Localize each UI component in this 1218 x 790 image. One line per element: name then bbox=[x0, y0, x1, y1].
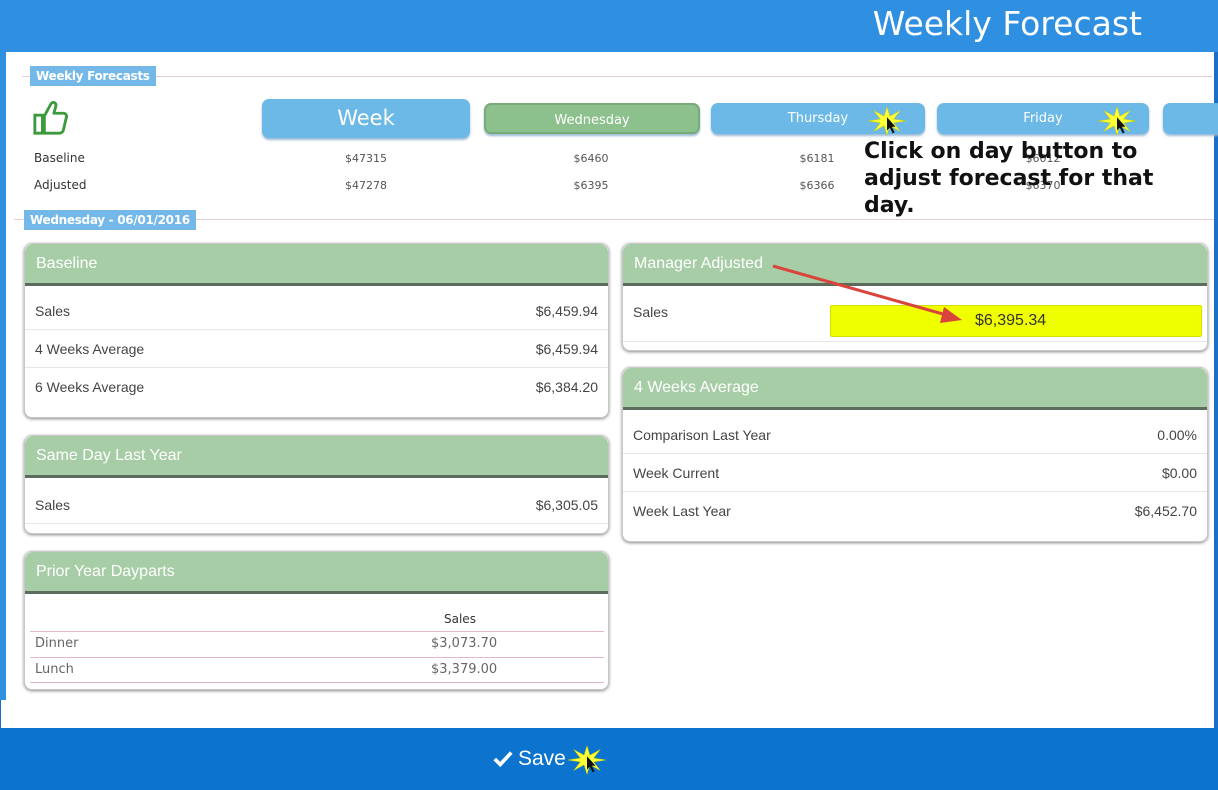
baseline-thursday-value: $6181 bbox=[799, 152, 835, 165]
same-day-last-year-panel: Same Day Last Year Sales $6,305.05 bbox=[24, 435, 609, 534]
click-burst-icon bbox=[868, 106, 906, 136]
same-day-sales-row: Sales $6,305.05 bbox=[25, 486, 608, 524]
baseline-week-value: $47315 bbox=[345, 152, 387, 165]
weekly-forecasts-label: Weekly Forecasts bbox=[30, 66, 156, 86]
row-value: $6,459.94 bbox=[535, 341, 598, 357]
daypart-value: $3,073.70 bbox=[431, 636, 498, 651]
daypart-name: Dinner bbox=[35, 636, 79, 651]
footer-bar bbox=[0, 728, 1218, 790]
page-title: Weekly Forecast bbox=[872, 4, 1142, 43]
adjusted-row-label: Adjusted bbox=[34, 178, 87, 192]
row-value: 0.00% bbox=[1157, 427, 1197, 443]
baseline-panel-title: Baseline bbox=[25, 244, 608, 286]
row-label: 4 Weeks Average bbox=[35, 341, 145, 357]
section-divider bbox=[22, 76, 1212, 77]
baseline-panel: Baseline Sales $6,459.94 4 Weeks Average… bbox=[24, 243, 609, 418]
row-label: Sales bbox=[633, 304, 669, 320]
baseline-row-label: Baseline bbox=[34, 151, 85, 165]
baseline-4wk-row: 4 Weeks Average $6,459.94 bbox=[25, 330, 608, 368]
week-button[interactable]: Week bbox=[262, 99, 470, 138]
row-label: Sales bbox=[35, 303, 71, 319]
manager-panel-title: Manager Adjusted bbox=[623, 244, 1207, 286]
header-bar: Weekly Forecast bbox=[0, 0, 1218, 52]
same-day-panel-title: Same Day Last Year bbox=[25, 436, 608, 478]
daypart-row: Lunch $3,379.00 bbox=[30, 657, 604, 683]
row-value: $6,459.94 bbox=[535, 303, 598, 319]
row-label: 6 Weeks Average bbox=[35, 379, 145, 395]
dayparts-sales-header: Sales bbox=[444, 612, 476, 626]
daypart-value: $3,379.00 bbox=[431, 662, 498, 677]
click-burst-icon bbox=[1098, 106, 1136, 136]
week-current-row: Week Current $0.00 bbox=[623, 454, 1207, 492]
instruction-callout: Click on day button to adjust forecast f… bbox=[864, 139, 1154, 218]
four-weeks-average-panel: 4 Weeks Average Comparison Last Year 0.0… bbox=[622, 367, 1208, 542]
comparison-last-year-row: Comparison Last Year 0.00% bbox=[623, 416, 1207, 454]
row-value: $6,384.20 bbox=[535, 379, 598, 395]
check-icon bbox=[493, 751, 513, 768]
daypart-row: Dinner $3,073.70 bbox=[30, 631, 604, 657]
daypart-name: Lunch bbox=[35, 662, 74, 677]
thumbs-up-icon bbox=[33, 100, 68, 135]
adjusted-wednesday-value: $6395 bbox=[573, 179, 609, 192]
baseline-wednesday-value: $6460 bbox=[573, 152, 609, 165]
row-label: Sales bbox=[35, 497, 71, 513]
four-weeks-panel-title: 4 Weeks Average bbox=[623, 368, 1207, 410]
baseline-6wk-row: 6 Weeks Average $6,384.20 bbox=[25, 368, 608, 406]
save-button[interactable]: Save bbox=[492, 747, 566, 771]
week-last-year-row: Week Last Year $6,452.70 bbox=[623, 492, 1207, 530]
row-label: Week Current bbox=[633, 465, 720, 481]
prior-year-panel-title: Prior Year Dayparts bbox=[25, 552, 608, 594]
right-accent-stripe bbox=[1214, 52, 1218, 728]
day-section-label: Wednesday - 06/01/2016 bbox=[24, 210, 196, 230]
adjusted-thursday-value: $6366 bbox=[799, 179, 835, 192]
wednesday-button[interactable]: Wednesday bbox=[484, 103, 700, 134]
manager-sales-input[interactable]: $6,395.34 bbox=[830, 305, 1202, 337]
baseline-sales-row: Sales $6,459.94 bbox=[25, 292, 608, 330]
row-label: Week Last Year bbox=[633, 503, 731, 519]
next-day-button[interactable] bbox=[1163, 103, 1218, 134]
row-label: Comparison Last Year bbox=[633, 427, 771, 443]
left-accent-stripe bbox=[0, 52, 6, 700]
adjusted-week-value: $47278 bbox=[345, 179, 387, 192]
row-value: $6,452.70 bbox=[1134, 503, 1197, 519]
click-burst-icon bbox=[568, 745, 606, 775]
row-value: $6,305.05 bbox=[535, 497, 598, 513]
save-label: Save bbox=[518, 747, 566, 770]
row-value: $0.00 bbox=[1161, 465, 1197, 481]
